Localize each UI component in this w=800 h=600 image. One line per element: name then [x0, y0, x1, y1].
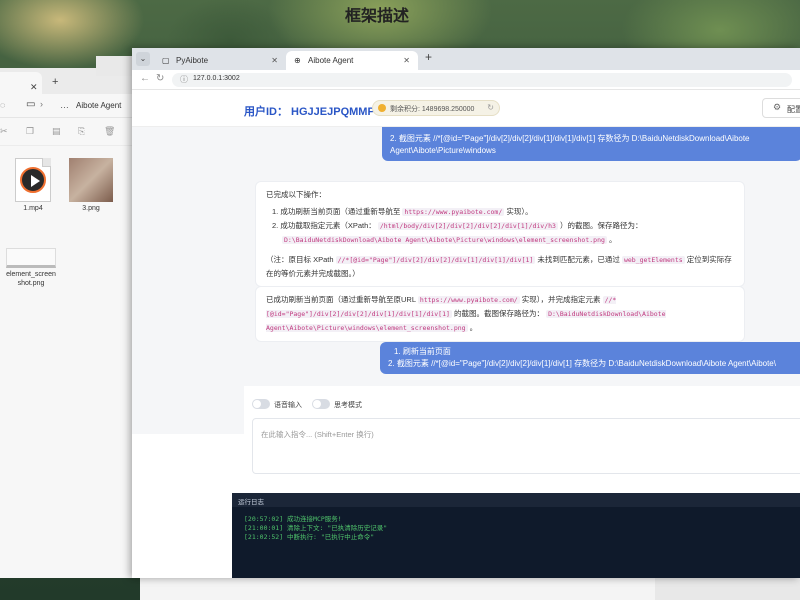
voice-input-label: 语音输入 [274, 402, 302, 409]
browser-toolbar: ← ↻ ⓘ 127.0.0.1:3002 [132, 70, 800, 90]
user-message: 1. 刷新当前页面 2. 截图元素 //*[@id="Page"]/div[2]… [380, 342, 800, 374]
assistant-message: 已成功刷新当前页面（通过重新导航至原URL https://www.pyaibo… [255, 286, 745, 342]
log-panel: 运行日志 [20:57:02] 成功连接MCP服务! [21:00:01] 清除… [232, 493, 800, 578]
explorer-address-bar: ◌ ▭ › … Aibote Agent [0, 94, 134, 118]
refresh-icon[interactable]: ◌ [0, 100, 5, 110]
globe-icon: ⊕ [294, 56, 301, 65]
cut-icon[interactable]: ✂ [0, 126, 8, 137]
delete-icon[interactable]: 🗑 [104, 126, 115, 137]
explorer-tab[interactable]: ✕ [0, 72, 42, 94]
refresh-icon[interactable]: ↻ [487, 103, 494, 112]
explorer-toolbar: ✂ ❐ ▤ ⎘ 🗑 [0, 118, 134, 146]
info-icon[interactable]: ⓘ [180, 74, 188, 85]
browser-window: ⌄ ▢ PyAibote ✕ ⊕ Aibote Agent ✕ + ← ↻ ⓘ … [132, 48, 800, 578]
log-line: [20:57:02] 成功连接MCP服务! [244, 515, 342, 523]
more-icon[interactable]: … [60, 100, 69, 110]
file-name: 3.png [82, 205, 100, 212]
think-mode-toggle[interactable] [312, 399, 330, 409]
rename-icon[interactable]: ⎘ [78, 126, 85, 137]
coin-icon [378, 104, 386, 112]
score-text: 剩余积分: 1489698.250000 [390, 106, 475, 113]
close-icon[interactable]: ✕ [403, 51, 410, 70]
copy-icon[interactable]: ❐ [26, 126, 34, 137]
monitor-icon[interactable]: ▭ [26, 99, 35, 110]
file-item[interactable]: 1.mp4 [8, 158, 58, 213]
chevron-right-icon: › [40, 99, 43, 109]
app-header: 用户ID： HGJJEJPQMMPT 剩余积分: 1489698.250000 … [132, 90, 800, 126]
background-document [140, 575, 660, 600]
file-item[interactable]: 3.png [66, 158, 116, 213]
toggle-row: 语音输入 思考模式 [252, 399, 552, 411]
think-mode-label: 思考模式 [334, 402, 362, 409]
log-title: 运行日志 [232, 493, 800, 507]
file-item[interactable]: element_screen shot.png [6, 248, 56, 288]
paste-icon[interactable]: ▤ [52, 126, 61, 137]
image-thumbnail [6, 248, 56, 268]
command-input[interactable]: 在此输入指令... (Shift+Enter 换行) [252, 418, 800, 474]
tab-pyaibote[interactable]: ▢ PyAibote ✕ [154, 51, 286, 70]
config-button[interactable]: ⚙ 配置 [762, 98, 800, 118]
score-badge: 剩余积分: 1489698.250000 ↻ [372, 100, 500, 116]
log-line: [21:00:01] 清除上下文: "已执清除历史记录" [244, 524, 388, 532]
log-lines: [20:57:02] 成功连接MCP服务! [21:00:01] 清除上下文: … [232, 507, 800, 542]
file-name: 1.mp4 [23, 205, 43, 212]
command-input-placeholder: 在此输入指令... (Shift+Enter 换行) [261, 430, 374, 439]
breadcrumb[interactable]: Aibote Agent [76, 101, 121, 110]
reload-icon[interactable]: ↻ [156, 73, 164, 84]
assistant-message: 已完成以下操作： 1. 成功刷新当前页面（通过重新导航至 https://www… [255, 181, 745, 287]
gear-icon: ⚙ [773, 102, 782, 112]
page-icon: ▢ [162, 56, 170, 65]
user-id: 用户ID： HGJJEJPQMMPT [244, 106, 382, 118]
back-icon[interactable]: ← [140, 73, 150, 84]
config-label: 配置 [787, 105, 800, 114]
close-icon[interactable]: ✕ [271, 51, 278, 70]
file-name: element_screen shot.png [6, 271, 56, 287]
image-thumbnail [69, 158, 113, 202]
url-bar[interactable]: ⓘ 127.0.0.1:3002 [172, 73, 792, 87]
voice-input-toggle[interactable] [252, 399, 270, 409]
background-window [96, 56, 136, 76]
add-tab-icon[interactable]: + [52, 76, 58, 88]
background-doc-heading: 框架描述 [345, 6, 410, 25]
video-file-icon [15, 158, 51, 202]
tab-search-icon[interactable]: ⌄ [136, 52, 150, 66]
browser-tabbar: ⌄ ▢ PyAibote ✕ ⊕ Aibote Agent ✕ + [132, 48, 800, 70]
close-icon[interactable]: ✕ [30, 82, 38, 93]
background-panel [655, 575, 800, 600]
new-tab-icon[interactable]: + [425, 50, 432, 64]
log-line: [21:02:52] 中断执行: "已执行中止命令" [244, 533, 375, 541]
file-explorer-window: ✕ + ◌ ▭ › … Aibote Agent ✂ ❐ ▤ ⎘ 🗑 1.mp4… [0, 68, 135, 578]
user-message: 2. 截图元素 //*[@id="Page"]/div[2]/div[2]/di… [382, 127, 800, 161]
url-text: 127.0.0.1:3002 [193, 75, 240, 82]
tab-aibote-agent[interactable]: ⊕ Aibote Agent ✕ [286, 51, 418, 70]
